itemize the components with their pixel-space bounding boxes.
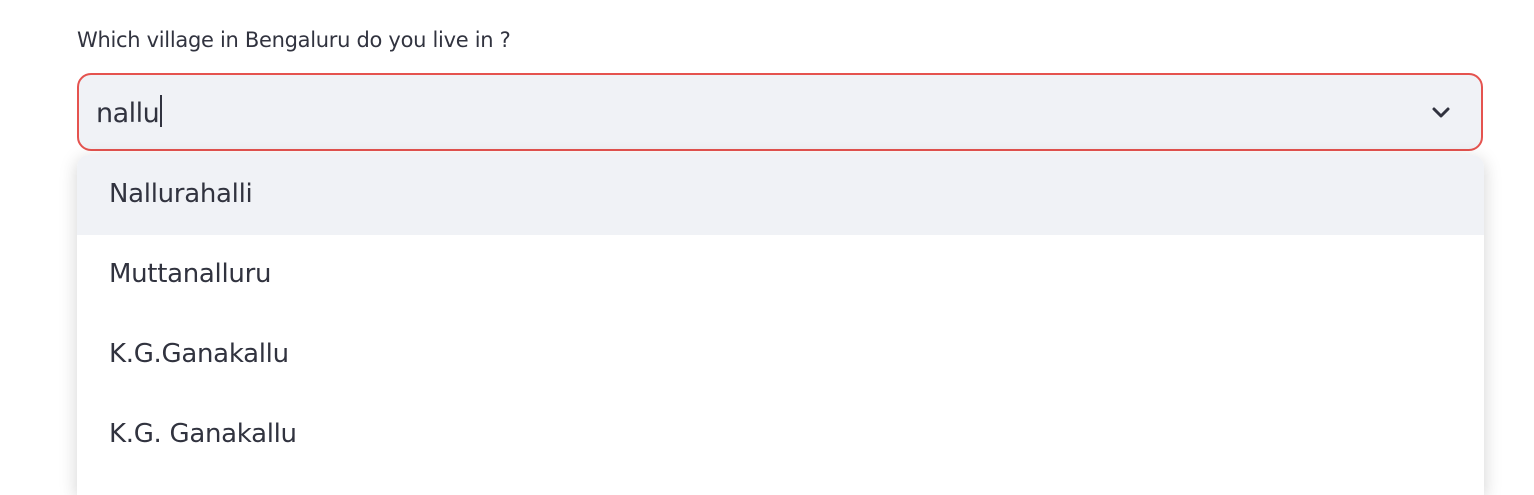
text-cursor xyxy=(160,95,163,127)
option-item[interactable]: Nallurahalli xyxy=(77,155,1484,235)
option-item[interactable]: Muttanalluru xyxy=(77,235,1484,315)
dropdown-menu: Nallurahalli Muttanalluru K.G.Ganakallu … xyxy=(77,155,1484,495)
option-item[interactable]: K.G.Ganakallu xyxy=(77,315,1484,395)
field-label: Which village in Bengaluru do you live i… xyxy=(77,28,511,52)
input-text: nallu xyxy=(96,98,160,129)
chevron-down-icon[interactable] xyxy=(1429,101,1453,125)
village-select[interactable]: nallu xyxy=(77,73,1483,151)
search-input[interactable]: nallu xyxy=(96,95,163,129)
option-item[interactable]: K.G. Ganakallu xyxy=(77,395,1484,475)
